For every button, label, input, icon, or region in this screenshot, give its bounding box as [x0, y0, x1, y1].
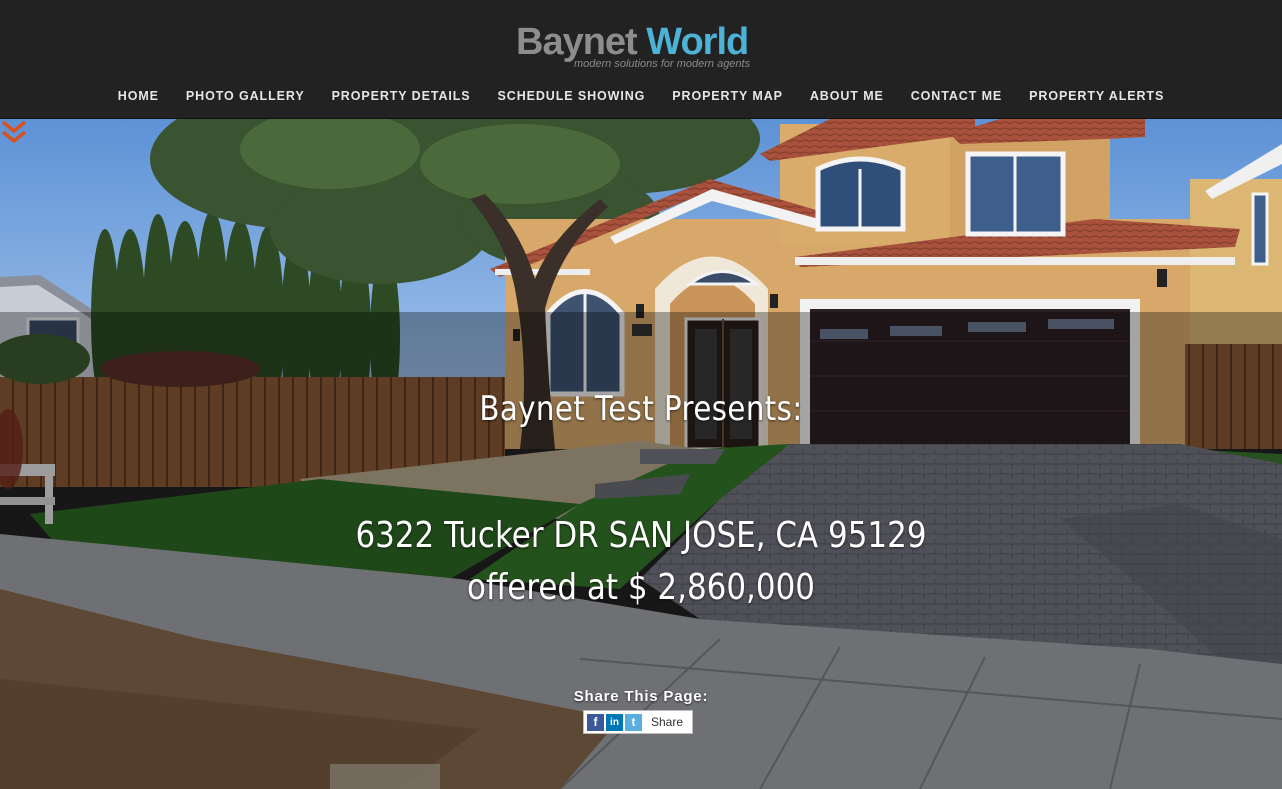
hero-section: Baynet Test Presents: 6322 Tucker DR SAN… [0, 119, 1282, 789]
share-widget: f in t Share [583, 710, 693, 734]
nav-about-me[interactable]: ABOUT ME [810, 86, 884, 106]
nav-home[interactable]: HOME [118, 86, 159, 106]
main-navigation: HOME PHOTO GALLERY PROPERTY DETAILS SCHE… [0, 86, 1282, 106]
presents-heading: Baynet Test Presents: [479, 389, 803, 429]
nav-contact-me[interactable]: CONTACT ME [911, 86, 1002, 106]
nav-property-alerts[interactable]: PROPERTY ALERTS [1029, 86, 1164, 106]
share-label: Share This Page: [573, 688, 709, 705]
nav-schedule-showing[interactable]: SCHEDULE SHOWING [498, 86, 646, 106]
linkedin-icon[interactable]: in [606, 713, 623, 731]
share-button[interactable]: Share [651, 715, 683, 729]
nav-photo-gallery[interactable]: PHOTO GALLERY [186, 86, 305, 106]
logo-text-baynet: Baynet [516, 21, 647, 63]
facebook-icon[interactable]: f [587, 713, 604, 731]
logo-text-world: World [646, 21, 749, 63]
property-price: offered at $ 2,860,000 [467, 567, 815, 608]
site-logo[interactable]: Baynet World modern solutions for modern… [516, 20, 776, 76]
site-header: Baynet World modern solutions for modern… [0, 0, 1282, 119]
twitter-icon[interactable]: t [625, 713, 642, 731]
nav-property-map[interactable]: PROPERTY MAP [672, 86, 783, 106]
nav-property-details[interactable]: PROPERTY DETAILS [332, 86, 471, 106]
property-address: 6322 Tucker DR SAN JOSE, CA 95129 [355, 515, 927, 556]
logo-tagline: modern solutions for modern agents [574, 58, 751, 70]
double-chevron-down-icon[interactable] [0, 119, 28, 147]
